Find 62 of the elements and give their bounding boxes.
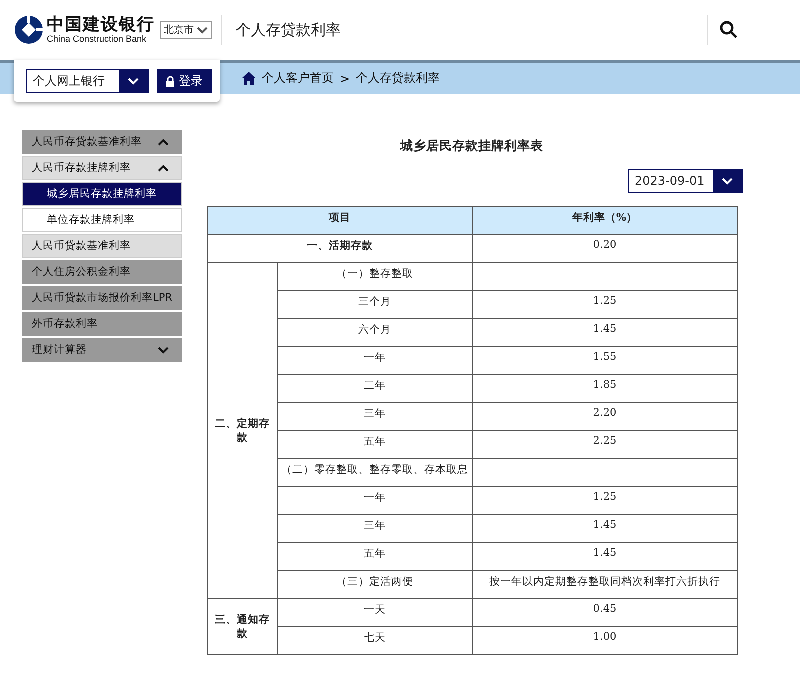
table-cell: （一）整存整取 bbox=[278, 262, 472, 290]
table-cell: 三、通知存款 bbox=[208, 598, 278, 654]
page-title: 个人存贷款利率 bbox=[236, 20, 341, 40]
table-cell: 0.45 bbox=[472, 598, 738, 626]
table-cell: 按一年以内定期整存整取同档次利率打六折执行 bbox=[472, 570, 738, 598]
sidebar-item[interactable]: 个人住房公积金利率 bbox=[22, 260, 182, 284]
table-cell: 2.20 bbox=[472, 402, 738, 430]
table-cell: 一、活期存款 bbox=[208, 234, 472, 262]
home-icon bbox=[242, 72, 256, 85]
chevron-down-icon bbox=[722, 178, 733, 184]
bank-select[interactable]: 个人网上银行 bbox=[26, 69, 149, 93]
sidebar-item[interactable]: 人民币贷款市场报价利率LPR bbox=[22, 286, 182, 310]
table-cell: 六个月 bbox=[278, 318, 472, 346]
date-select[interactable]: 2023-09-01 bbox=[628, 169, 743, 193]
table-cell: 1.45 bbox=[472, 318, 738, 346]
sidebar-item[interactable]: 单位存款挂牌利率 bbox=[22, 208, 182, 232]
logo-text: 中国建设银行 bbox=[47, 16, 155, 34]
table-cell: 三个月 bbox=[278, 290, 472, 318]
table-cell: 1.55 bbox=[472, 346, 738, 374]
chevron-down-icon bbox=[158, 346, 169, 354]
table-title: 城乡居民存款挂牌利率表 bbox=[399, 138, 544, 155]
sidebar-item[interactable]: 城乡居民存款挂牌利率 bbox=[22, 182, 182, 206]
sidebar-item[interactable]: 外币存款利率 bbox=[22, 312, 182, 336]
table-cell: 五年 bbox=[278, 430, 472, 458]
table-cell: 五年 bbox=[278, 542, 472, 570]
table-cell: 1.45 bbox=[472, 542, 738, 570]
logo-subtitle: China Construction Bank bbox=[47, 34, 148, 44]
sidebar-item[interactable]: 人民币存贷款基准利率 bbox=[22, 130, 182, 154]
table-cell: 2.25 bbox=[472, 430, 738, 458]
chevron-up-icon bbox=[158, 138, 169, 146]
table-cell: 二、定期存款 bbox=[208, 262, 278, 598]
table-cell: （二）零存整取、整存零取、存本取息 bbox=[278, 458, 472, 486]
city-select[interactable]: 北京市 bbox=[160, 21, 212, 39]
chevron-down-icon bbox=[128, 78, 139, 84]
sidebar-item[interactable]: 人民币存款挂牌利率 bbox=[22, 156, 182, 180]
table-cell: 1.25 bbox=[472, 290, 738, 318]
sidebar-item[interactable]: 理财计算器 bbox=[22, 338, 182, 362]
table-cell: 1.25 bbox=[472, 486, 738, 514]
table-cell: 一年 bbox=[278, 486, 472, 514]
table-cell: 七天 bbox=[278, 626, 472, 654]
breadcrumb-link[interactable]: 个人客户首页 bbox=[262, 70, 334, 87]
table-cell: 0.20 bbox=[472, 234, 738, 262]
lock-icon bbox=[166, 76, 175, 86]
table-cell: 1.85 bbox=[472, 374, 738, 402]
breadcrumb-separator: > bbox=[340, 72, 350, 86]
bank-logo-icon bbox=[14, 15, 44, 45]
chevron-up-icon bbox=[158, 164, 169, 172]
chevron-down-icon bbox=[197, 26, 208, 34]
table-cell: 一年 bbox=[278, 346, 472, 374]
column-header: 项目 bbox=[208, 206, 472, 234]
login-button[interactable]: 登录 bbox=[157, 69, 212, 93]
table-cell: 二年 bbox=[278, 374, 472, 402]
table-cell: 1.00 bbox=[472, 626, 738, 654]
breadcrumb-current: 个人存贷款利率 bbox=[356, 70, 440, 87]
search-icon[interactable] bbox=[720, 21, 738, 39]
sidebar-item[interactable]: 人民币贷款基准利率 bbox=[22, 234, 182, 258]
table-cell: （三）定活两便 bbox=[278, 570, 472, 598]
table-cell: 一天 bbox=[278, 598, 472, 626]
table-cell: 1.45 bbox=[472, 514, 738, 542]
table-cell: 三年 bbox=[278, 402, 472, 430]
column-header: 年利率（%） bbox=[472, 206, 738, 234]
table-cell: 三年 bbox=[278, 514, 472, 542]
